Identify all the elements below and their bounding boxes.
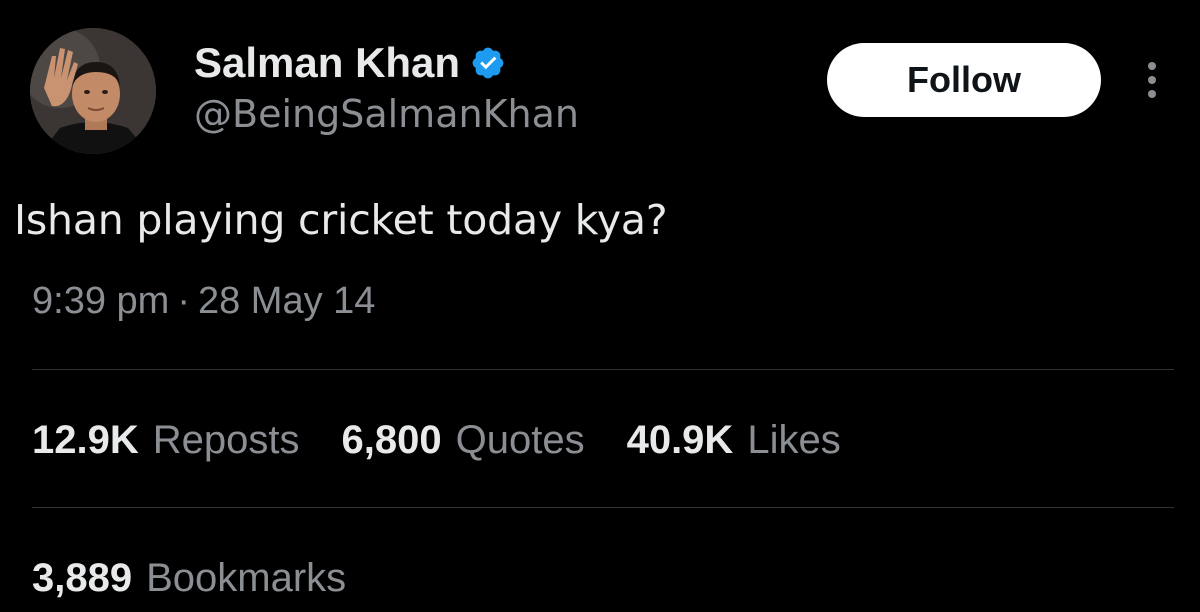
more-vertical-icon[interactable]: [1140, 60, 1164, 100]
bookmarks-stat[interactable]: 3,889 Bookmarks: [32, 556, 346, 601]
author-handle[interactable]: @BeingSalmanKhan: [194, 92, 579, 136]
reposts-count: 12.9K: [32, 418, 139, 462]
bookmarks-label: Bookmarks: [146, 556, 347, 600]
bookmarks-count: 3,889: [32, 556, 133, 600]
divider: [32, 507, 1174, 508]
author-display-name[interactable]: Salman Khan: [194, 39, 460, 87]
tweet-timestamp[interactable]: 9:39 pm · 28 May 14: [32, 280, 375, 323]
divider: [32, 369, 1174, 370]
tweet-date[interactable]: 28 May 14: [198, 280, 375, 323]
quotes-stat[interactable]: 6,800 Quotes: [342, 418, 585, 463]
verified-badge-icon: [470, 45, 506, 81]
reposts-stat[interactable]: 12.9K Reposts: [32, 418, 300, 463]
avatar-photo: [30, 28, 156, 154]
quotes-label: Quotes: [455, 418, 585, 462]
tweet-time[interactable]: 9:39 pm: [32, 280, 169, 323]
follow-button[interactable]: Follow: [827, 43, 1101, 117]
author-name-row: Salman Khan: [194, 38, 506, 88]
tweet-text: Ishan playing cricket today kya?: [14, 196, 668, 244]
tweet-card: Salman Khan @BeingSalmanKhan Follow Isha…: [0, 0, 1200, 612]
avatar[interactable]: [30, 28, 156, 154]
engagement-stats: 12.9K Reposts 6,800 Quotes 40.9K Likes: [32, 418, 883, 463]
reposts-label: Reposts: [152, 418, 300, 462]
timestamp-separator: ·: [177, 280, 190, 322]
likes-stat[interactable]: 40.9K Likes: [627, 418, 841, 463]
quotes-count: 6,800: [341, 418, 442, 462]
likes-count: 40.9K: [626, 418, 734, 462]
likes-label: Likes: [747, 418, 841, 462]
